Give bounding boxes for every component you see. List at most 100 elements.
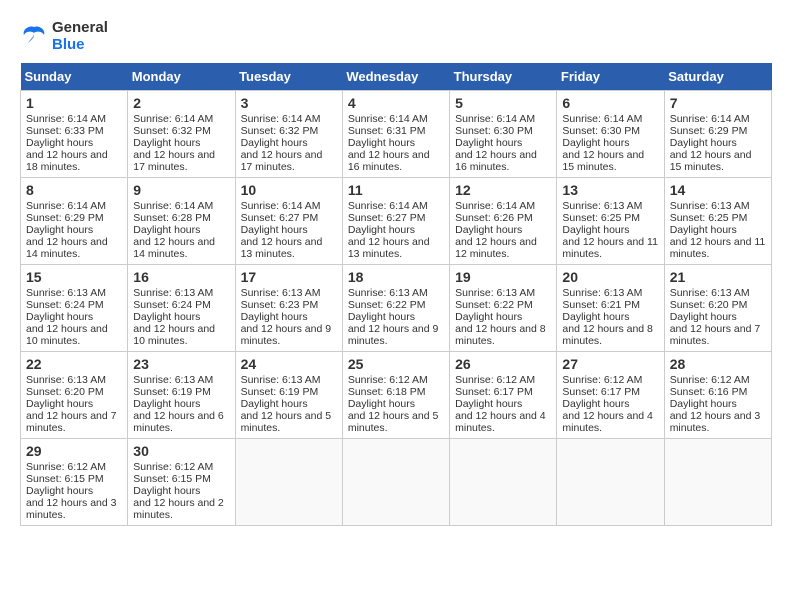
calendar-cell: 16Sunrise: 6:13 AMSunset: 6:24 PMDayligh…: [128, 265, 235, 352]
day-number: 7: [670, 95, 766, 111]
sunset: Sunset: 6:18 PM: [348, 386, 426, 398]
day-number: 26: [455, 356, 551, 372]
day-number: 2: [133, 95, 229, 111]
daylight-label: Daylight hours: [26, 311, 93, 323]
sunrise: Sunrise: 6:14 AM: [455, 200, 535, 212]
daylight-hours: and 12 hours and 14 minutes.: [133, 236, 215, 260]
daylight-label: Daylight hours: [348, 398, 415, 410]
calendar-cell: 30Sunrise: 6:12 AMSunset: 6:15 PMDayligh…: [128, 439, 235, 526]
calendar-cell: 29Sunrise: 6:12 AMSunset: 6:15 PMDayligh…: [21, 439, 128, 526]
daylight-hours: and 12 hours and 4 minutes.: [562, 410, 653, 434]
calendar-week-row: 29Sunrise: 6:12 AMSunset: 6:15 PMDayligh…: [21, 439, 772, 526]
day-number: 8: [26, 182, 122, 198]
calendar-cell: 6Sunrise: 6:14 AMSunset: 6:30 PMDaylight…: [557, 91, 664, 178]
sunset: Sunset: 6:22 PM: [348, 299, 426, 311]
daylight-hours: and 12 hours and 6 minutes.: [133, 410, 224, 434]
daylight-label: Daylight hours: [133, 311, 200, 323]
day-number: 23: [133, 356, 229, 372]
daylight-hours: and 12 hours and 16 minutes.: [455, 149, 537, 173]
daylight-hours: and 12 hours and 2 minutes.: [133, 497, 224, 521]
day-number: 3: [241, 95, 337, 111]
daylight-hours: and 12 hours and 7 minutes.: [670, 323, 761, 347]
sunset: Sunset: 6:19 PM: [133, 386, 211, 398]
day-header-monday: Monday: [128, 63, 235, 91]
calendar-cell: 23Sunrise: 6:13 AMSunset: 6:19 PMDayligh…: [128, 352, 235, 439]
sunset: Sunset: 6:22 PM: [455, 299, 533, 311]
sunrise: Sunrise: 6:13 AM: [670, 287, 750, 299]
calendar-cell: 9Sunrise: 6:14 AMSunset: 6:28 PMDaylight…: [128, 178, 235, 265]
calendar-table: SundayMondayTuesdayWednesdayThursdayFrid…: [20, 63, 772, 526]
calendar-cell: [342, 439, 449, 526]
day-number: 1: [26, 95, 122, 111]
sunset: Sunset: 6:32 PM: [241, 125, 319, 137]
logo-blue: Blue: [52, 37, 108, 54]
sunrise: Sunrise: 6:13 AM: [26, 374, 106, 386]
sunset: Sunset: 6:19 PM: [241, 386, 319, 398]
daylight-label: Daylight hours: [562, 224, 629, 236]
sunset: Sunset: 6:17 PM: [455, 386, 533, 398]
sunset: Sunset: 6:28 PM: [133, 212, 211, 224]
daylight-hours: and 12 hours and 15 minutes.: [562, 149, 644, 173]
sunset: Sunset: 6:33 PM: [26, 125, 104, 137]
sunrise: Sunrise: 6:13 AM: [562, 287, 642, 299]
sunset: Sunset: 6:21 PM: [562, 299, 640, 311]
sunrise: Sunrise: 6:13 AM: [455, 287, 535, 299]
daylight-label: Daylight hours: [348, 137, 415, 149]
sunrise: Sunrise: 6:14 AM: [670, 113, 750, 125]
daylight-hours: and 12 hours and 8 minutes.: [455, 323, 546, 347]
sunrise: Sunrise: 6:13 AM: [241, 287, 321, 299]
sunset: Sunset: 6:29 PM: [26, 212, 104, 224]
sunrise: Sunrise: 6:12 AM: [562, 374, 642, 386]
calendar-cell: 14Sunrise: 6:13 AMSunset: 6:25 PMDayligh…: [664, 178, 771, 265]
day-header-saturday: Saturday: [664, 63, 771, 91]
sunset: Sunset: 6:31 PM: [348, 125, 426, 137]
sunrise: Sunrise: 6:13 AM: [670, 200, 750, 212]
daylight-hours: and 12 hours and 10 minutes.: [133, 323, 215, 347]
sunset: Sunset: 6:30 PM: [562, 125, 640, 137]
sunrise: Sunrise: 6:14 AM: [133, 113, 213, 125]
daylight-label: Daylight hours: [26, 224, 93, 236]
calendar-cell: 1Sunrise: 6:14 AMSunset: 6:33 PMDaylight…: [21, 91, 128, 178]
sunrise: Sunrise: 6:14 AM: [133, 200, 213, 212]
day-header-sunday: Sunday: [21, 63, 128, 91]
calendar-cell: [664, 439, 771, 526]
calendar-cell: 7Sunrise: 6:14 AMSunset: 6:29 PMDaylight…: [664, 91, 771, 178]
sunset: Sunset: 6:20 PM: [26, 386, 104, 398]
daylight-hours: and 12 hours and 10 minutes.: [26, 323, 108, 347]
calendar-cell: 12Sunrise: 6:14 AMSunset: 6:26 PMDayligh…: [450, 178, 557, 265]
sunrise: Sunrise: 6:13 AM: [133, 287, 213, 299]
day-number: 25: [348, 356, 444, 372]
logo-general: General: [52, 20, 108, 37]
sunset: Sunset: 6:15 PM: [133, 473, 211, 485]
sunset: Sunset: 6:25 PM: [562, 212, 640, 224]
calendar-cell: 2Sunrise: 6:14 AMSunset: 6:32 PMDaylight…: [128, 91, 235, 178]
calendar-cell: 5Sunrise: 6:14 AMSunset: 6:30 PMDaylight…: [450, 91, 557, 178]
daylight-hours: and 12 hours and 13 minutes.: [348, 236, 430, 260]
day-number: 6: [562, 95, 658, 111]
daylight-hours: and 12 hours and 9 minutes.: [241, 323, 332, 347]
calendar-cell: 10Sunrise: 6:14 AMSunset: 6:27 PMDayligh…: [235, 178, 342, 265]
calendar-cell: 22Sunrise: 6:13 AMSunset: 6:20 PMDayligh…: [21, 352, 128, 439]
sunset: Sunset: 6:29 PM: [670, 125, 748, 137]
sunset: Sunset: 6:30 PM: [455, 125, 533, 137]
calendar-cell: 19 Sunrise: 6:13 AMSunset: 6:22 PMDayligh…: [450, 265, 557, 352]
calendar-cell: 25Sunrise: 6:12 AMSunset: 6:18 PMDayligh…: [342, 352, 449, 439]
daylight-hours: and 12 hours and 11 minutes.: [670, 236, 766, 260]
calendar-cell: 8Sunrise: 6:14 AMSunset: 6:29 PMDaylight…: [21, 178, 128, 265]
daylight-label: Daylight hours: [562, 311, 629, 323]
calendar-week-row: 22Sunrise: 6:13 AMSunset: 6:20 PMDayligh…: [21, 352, 772, 439]
daylight-label: Daylight hours: [133, 224, 200, 236]
day-number: 19: [455, 269, 551, 285]
daylight-hours: and 12 hours and 5 minutes.: [348, 410, 439, 434]
daylight-label: Daylight hours: [455, 137, 522, 149]
sunrise: Sunrise: 6:12 AM: [670, 374, 750, 386]
daylight-label: Daylight hours: [455, 311, 522, 323]
daylight-hours: and 12 hours and 8 minutes.: [562, 323, 653, 347]
calendar-cell: 15Sunrise: 6:13 AMSunset: 6:24 PMDayligh…: [21, 265, 128, 352]
day-number: 27: [562, 356, 658, 372]
daylight-hours: and 12 hours and 5 minutes.: [241, 410, 332, 434]
daylight-hours: and 12 hours and 3 minutes.: [26, 497, 117, 521]
daylight-label: Daylight hours: [455, 398, 522, 410]
daylight-hours: and 12 hours and 17 minutes.: [241, 149, 323, 173]
daylight-hours: and 12 hours and 4 minutes.: [455, 410, 546, 434]
